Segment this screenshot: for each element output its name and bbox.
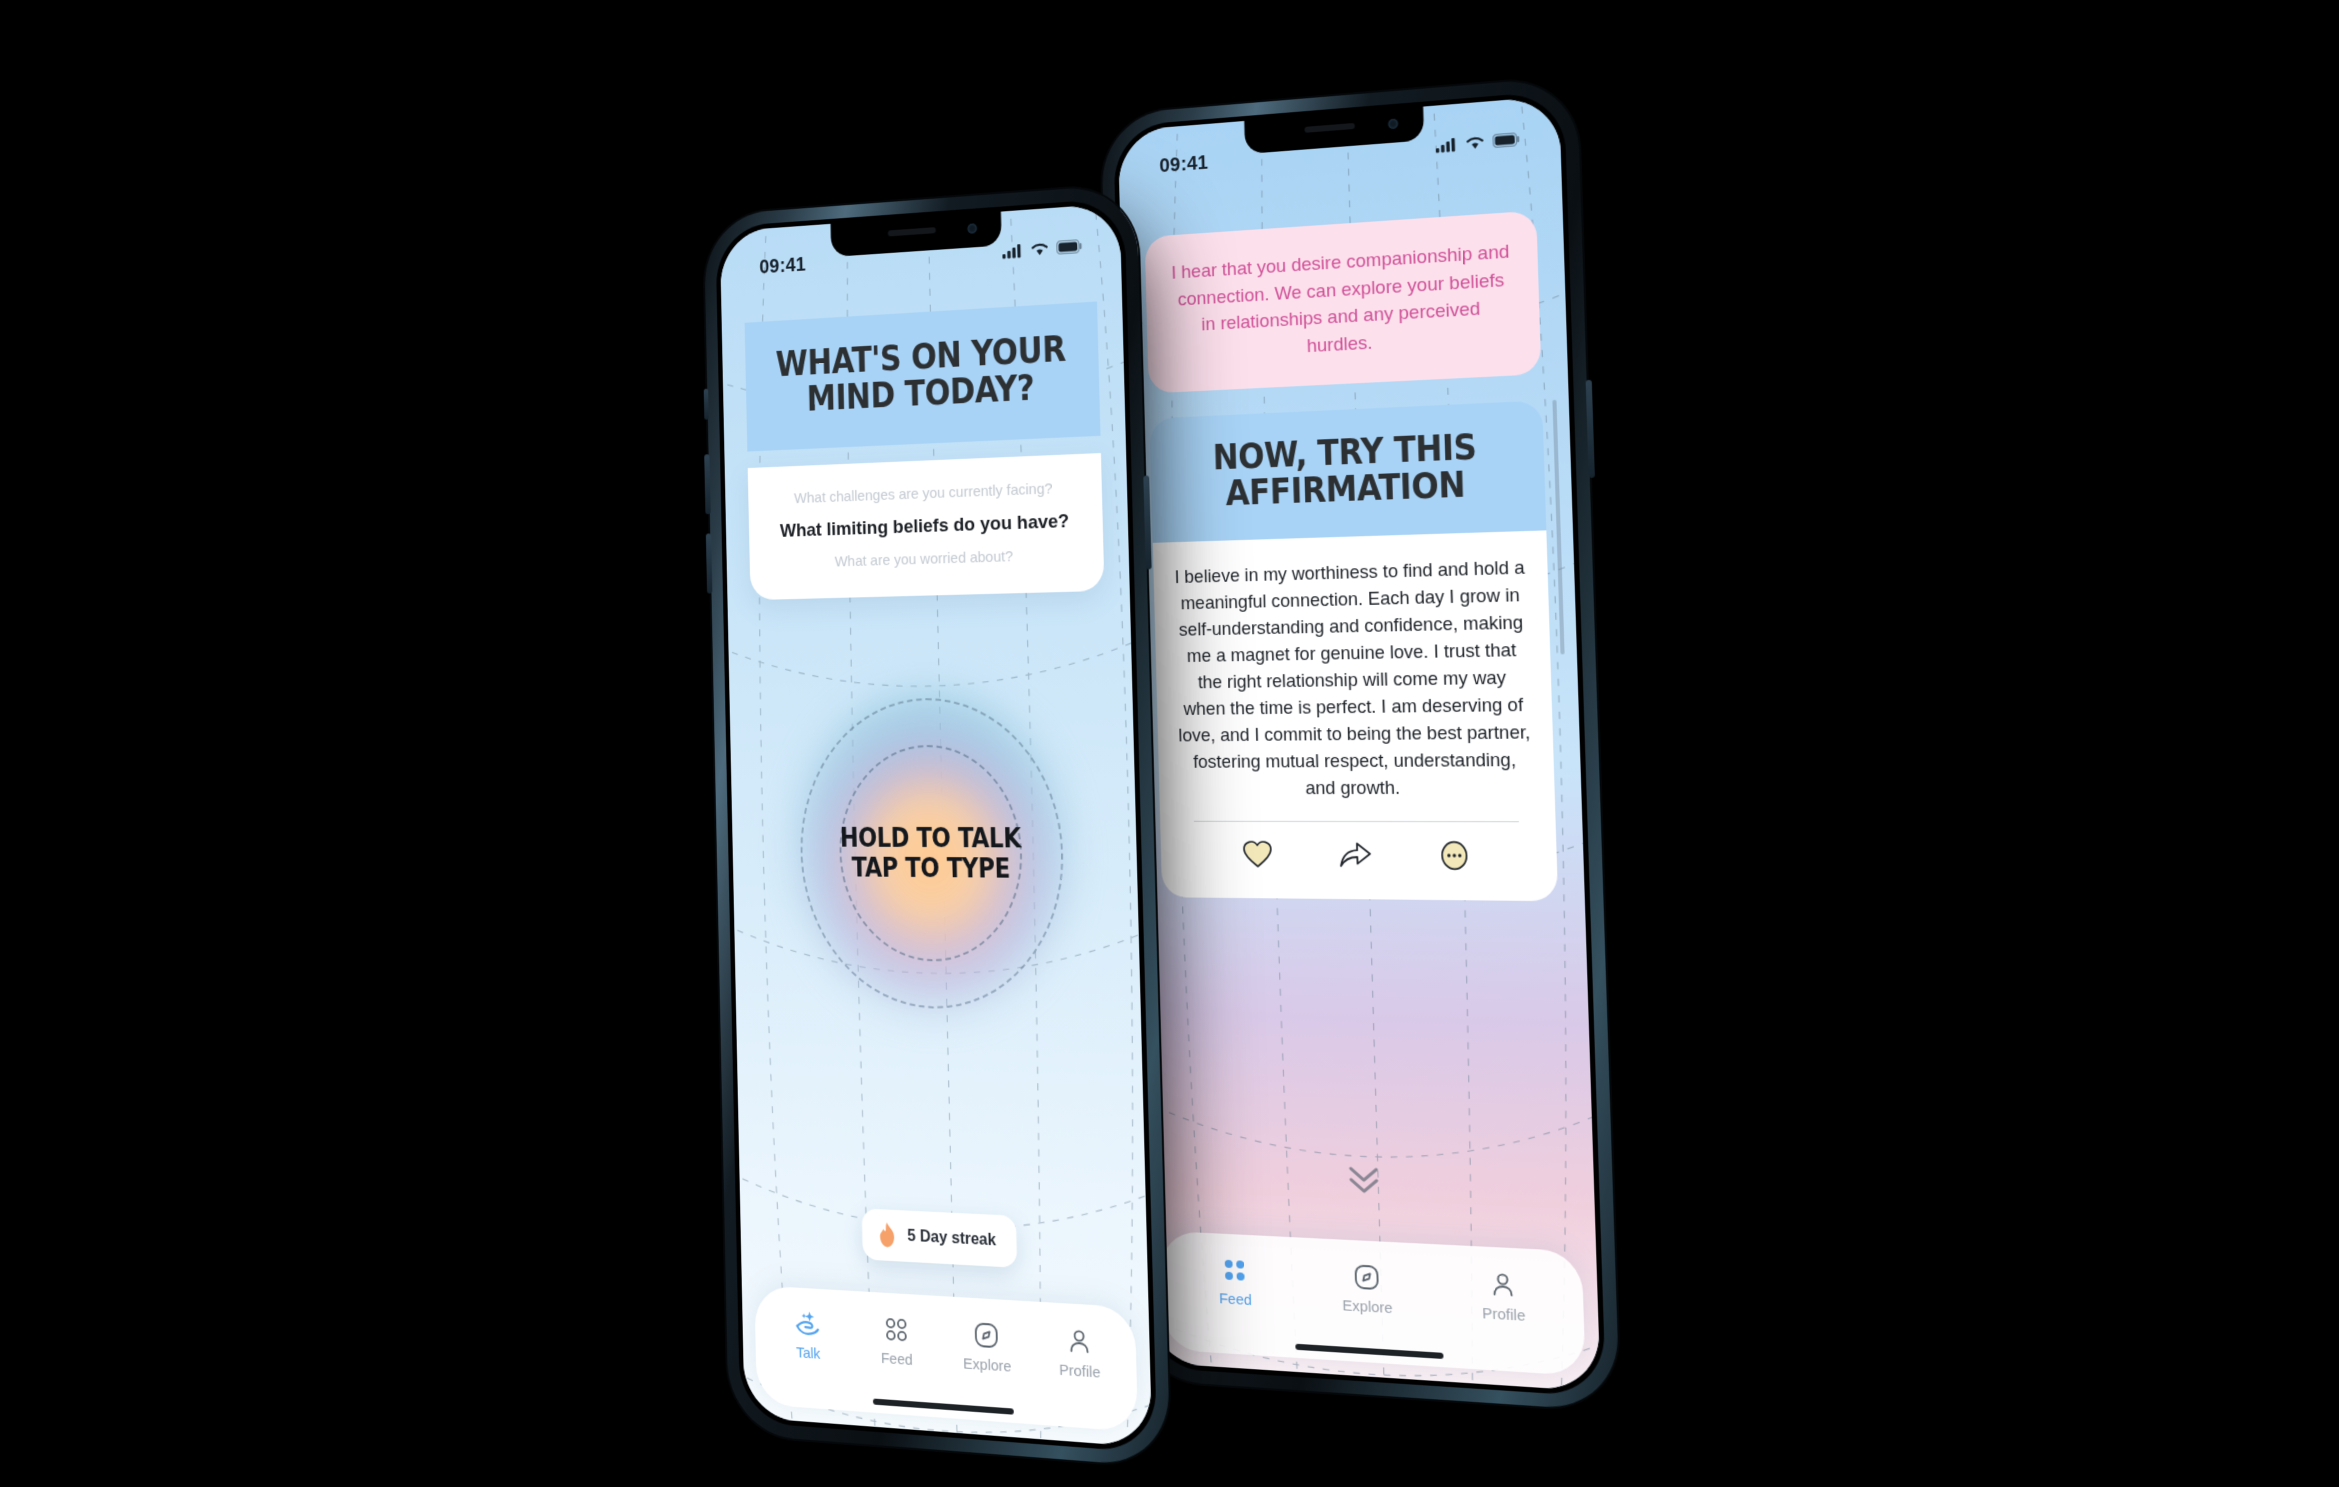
orb-instruction: HOLD TO TALK TAP TO TYPE [830,822,1032,886]
front-camera [1388,118,1399,130]
tab-label: Profile [1481,1304,1526,1325]
sparkle-hand-icon [794,1311,822,1339]
double-chevron-down-icon[interactable] [1344,1162,1385,1203]
tab-label: Feed [880,1349,913,1370]
status-time: 09:41 [759,253,807,278]
share-arrow-icon[interactable] [1338,840,1372,875]
earpiece-speaker [1304,122,1355,133]
wifi-icon [1030,240,1050,256]
flame-icon [879,1222,895,1248]
insight-text: I hear that you desire companionship and… [1171,241,1510,357]
affirmation-header-title: NOW, TRY THIS AFFIRMATION [1212,427,1478,515]
power-button[interactable] [1585,379,1595,478]
grid-dots-icon [1224,1259,1245,1281]
volume-up-button[interactable] [704,454,711,515]
grid-dots-icon [883,1315,910,1345]
wifi-icon [1464,134,1485,149]
compass-icon [973,1320,1000,1350]
streak-badge[interactable]: 5 Day streak [861,1208,1018,1268]
orb-line-2: TAP TO TYPE [851,852,1011,885]
affirmation-header-card: NOW, TRY THIS AFFIRMATION [1149,400,1547,544]
insight-card: I hear that you desire companionship and… [1144,210,1542,394]
affirmation-body-card: I believe in my worthiness to find and h… [1152,530,1559,902]
phone-front-talk: 09:41 WHAT'S ON YOUR MIND TODAY? What ch… [703,183,1171,1468]
talk-screen: 09:41 WHAT'S ON YOUR MIND TODAY? What ch… [719,203,1153,1448]
person-icon [1065,1326,1093,1357]
tab-explore[interactable]: Explore [945,1319,1030,1377]
tab-talk[interactable]: Talk [768,1308,849,1365]
ellipsis-icon[interactable] [1439,840,1470,876]
tab-feed[interactable]: Feed [1192,1254,1278,1311]
feed-screen: 09:41 I hear that you desire companionsh… [1117,95,1601,1392]
mockup-stage: 09:41 I hear that you desire companionsh… [0,0,2339,1487]
volume-down-button[interactable] [705,533,713,594]
tab-label: Talk [795,1344,821,1363]
tab-label: Feed [1218,1290,1253,1310]
tab-explore[interactable]: Explore [1323,1261,1411,1318]
cellular-bars-icon [1435,138,1456,153]
tab-profile[interactable]: Profile [1458,1268,1549,1326]
question-picker: What challenges are you currently facing… [747,453,1105,601]
orb-line-1: HOLD TO TALK [839,822,1022,855]
cellular-bars-icon [1002,244,1021,259]
page-title: WHAT'S ON YOUR MIND TODAY? [775,329,1067,420]
person-icon [1488,1269,1517,1299]
tab-label: Explore [1342,1297,1393,1318]
affirmation-actions [1181,822,1535,883]
compass-icon [1352,1262,1380,1292]
battery-icon [1056,239,1082,255]
tab-profile[interactable]: Profile [1036,1324,1123,1383]
tab-label: Profile [1058,1361,1101,1382]
tab-feed[interactable]: Feed [855,1313,938,1371]
mute-switch[interactable] [703,388,709,420]
prompt-header-card: WHAT'S ON YOUR MIND TODAY? [744,301,1101,452]
streak-label: 5 Day streak [907,1227,997,1249]
status-time: 09:41 [1159,151,1209,177]
affirmation-text: I believe in my worthiness to find and h… [1174,556,1531,799]
front-camera [967,223,977,234]
phone-back-feed: 09:41 I hear that you desire companionsh… [1100,75,1621,1412]
voice-orb-area[interactable]: HOLD TO TALK TAP TO TYPE [726,537,1145,1173]
heart-icon[interactable] [1242,840,1274,875]
earpiece-speaker [887,227,936,237]
battery-icon [1492,132,1520,148]
tab-label: Explore [963,1355,1012,1376]
